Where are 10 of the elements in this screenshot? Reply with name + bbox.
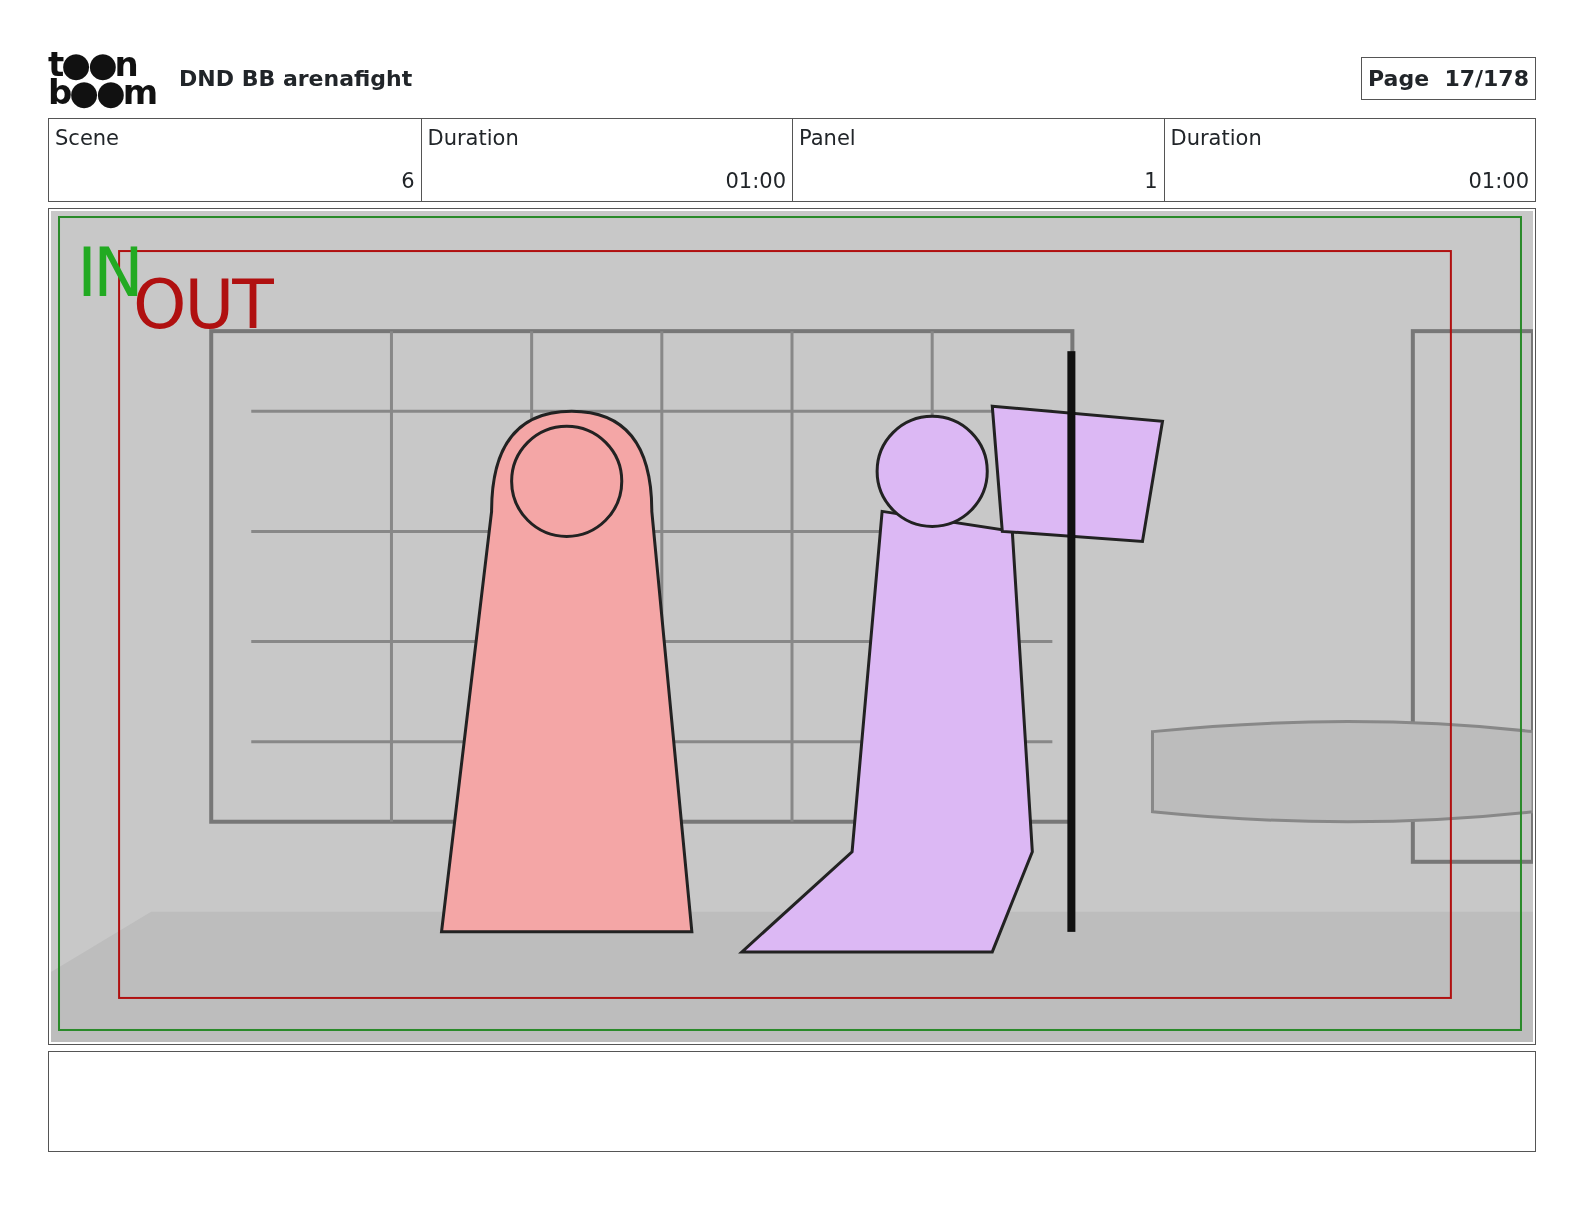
field-label: Duration — [427, 125, 520, 152]
field-label: Duration — [1170, 125, 1263, 152]
field-label: Panel — [799, 125, 857, 152]
field-label: Scene — [55, 125, 121, 152]
document-title: DND BB arenafight — [179, 64, 413, 93]
field-value: 01:00 — [1467, 167, 1529, 195]
page-number: Page 17/178 — [1361, 56, 1536, 100]
field-value: 1 — [1143, 167, 1158, 195]
field-value: 6 — [400, 167, 415, 195]
field-value: 01:00 — [724, 167, 786, 195]
